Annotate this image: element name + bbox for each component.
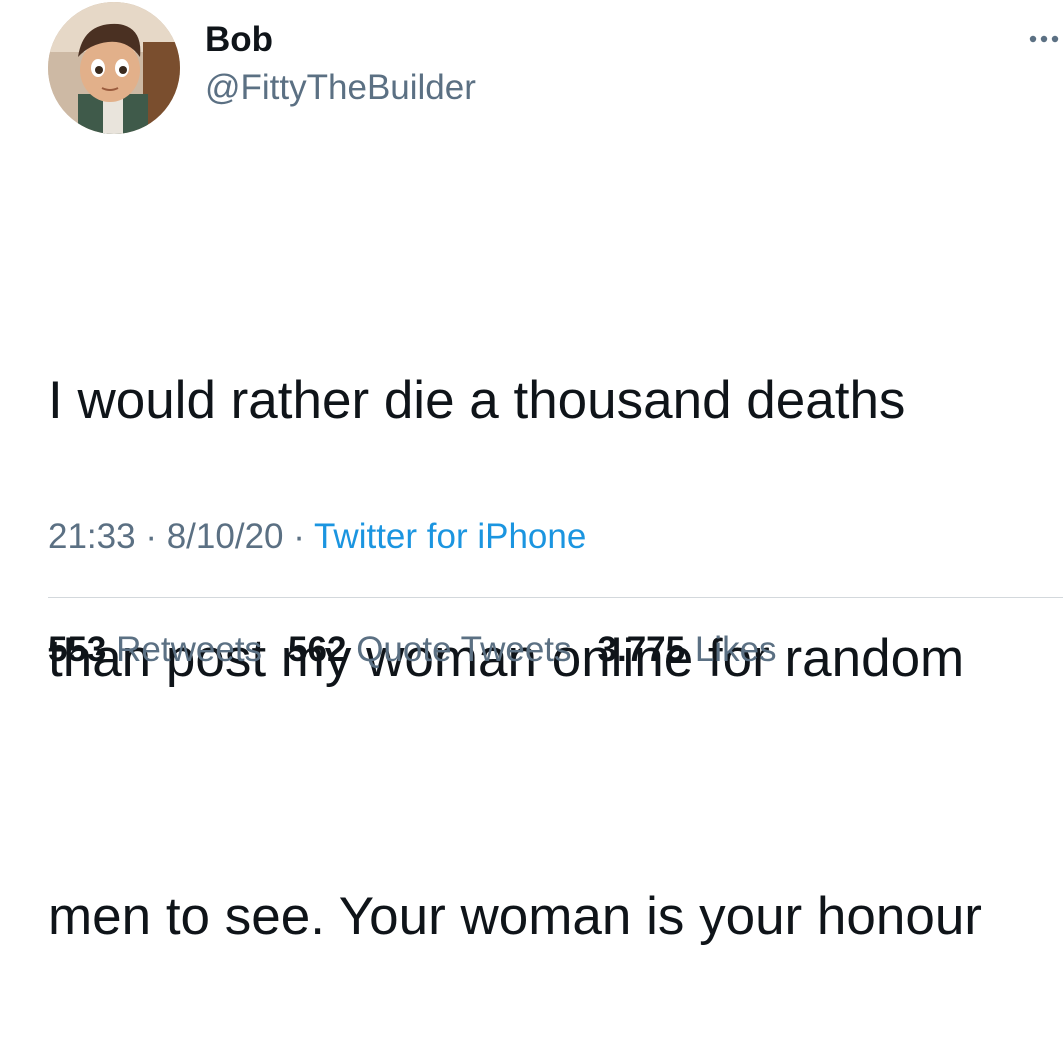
retweets-count: 553 [48, 630, 107, 669]
tweet-date[interactable]: 8/10/20 [167, 517, 284, 556]
avatar[interactable] [48, 2, 180, 134]
likes-count: 3.775 [597, 630, 686, 669]
tweet-text: I would rather die a thousand deaths tha… [48, 186, 1063, 1046]
retweets-label: Retweets [116, 630, 263, 669]
quote-tweets-label: Quote Tweets [356, 630, 572, 669]
retweets-stat[interactable]: 553 Retweets [48, 627, 262, 673]
divider [48, 597, 1063, 598]
meta-separator: · [145, 517, 157, 556]
user-handle[interactable]: @FittyTheBuilder [205, 66, 476, 110]
quote-tweets-count: 562 [288, 630, 347, 669]
likes-stat[interactable]: 3.775 Likes [598, 627, 777, 673]
tweet-stats: 553 Retweets 562 Quote Tweets 3.775 Likes [48, 627, 803, 673]
tweet-text-line: men to see. Your woman is your honour [48, 887, 982, 946]
tweet-meta: 21:33 · 8/10/20 · Twitter for iPhone [48, 514, 586, 560]
avatar-image [48, 2, 180, 134]
tweet-source-link[interactable]: Twitter for iPhone [314, 517, 586, 556]
meta-separator: · [293, 517, 305, 556]
tweet-text-line: I would rather die a thousand deaths [48, 371, 906, 430]
more-horizontal-icon[interactable] [1028, 24, 1063, 54]
display-name[interactable]: Bob [205, 18, 273, 62]
tweet-time[interactable]: 21:33 [48, 517, 136, 556]
quote-tweets-stat[interactable]: 562 Quote Tweets [288, 627, 571, 673]
likes-label: Likes [694, 630, 777, 669]
